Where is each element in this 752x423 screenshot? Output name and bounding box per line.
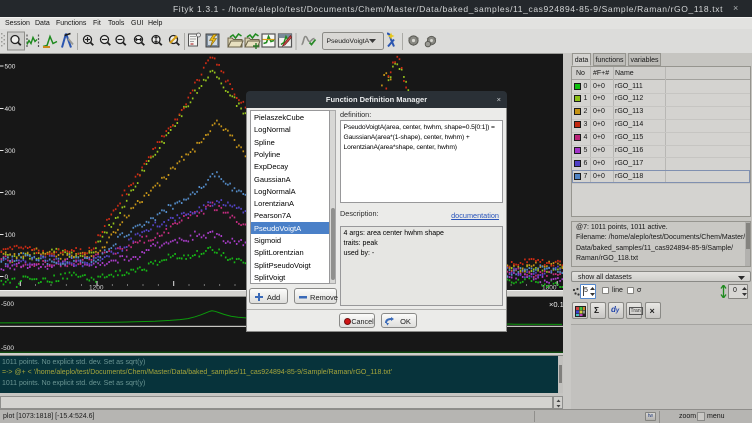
svg-text:PseudoVoigtA: PseudoVoigtA [327,38,370,45]
svg-text:400: 400 [5,106,16,113]
svg-text:500: 500 [5,64,16,71]
svg-text:200: 200 [5,190,16,197]
svg-text:-500: -500 [1,345,14,352]
svg-text:300: 300 [5,148,16,155]
svg-text:100: 100 [5,232,16,239]
svg-text:×0.1: ×0.1 [549,300,563,309]
svg-text:-500: -500 [1,301,14,308]
